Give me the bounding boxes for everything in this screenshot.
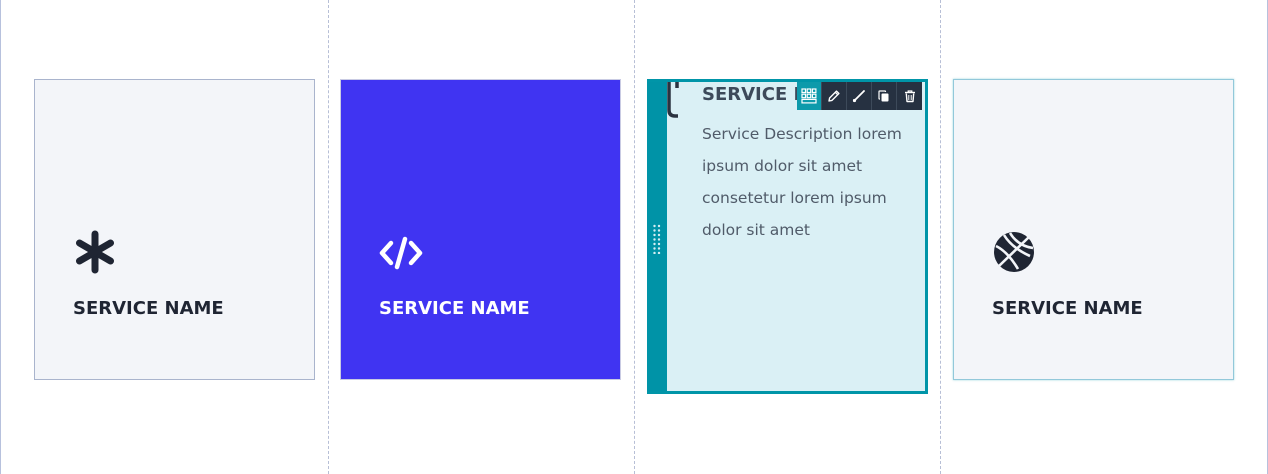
service-card-3-editing[interactable]: SERVICE N Service Description lorem ipsu… [647, 79, 928, 394]
service-card-title: SERVICE NAME [992, 298, 1143, 319]
grid-button[interactable] [797, 82, 822, 110]
service-card-1[interactable]: SERVICE NAME [34, 79, 315, 380]
drag-dots-icon [653, 224, 661, 254]
column-divider [328, 0, 329, 474]
basketball-icon [994, 232, 1034, 272]
service-card-title: SERVICE NAME [379, 298, 530, 319]
service-card-description[interactable]: Service Description lorem ipsum dolor si… [702, 118, 925, 246]
code-icon [379, 236, 423, 270]
style-brush-icon [852, 90, 865, 103]
grid-icon [801, 88, 817, 104]
column-divider [634, 0, 635, 474]
drag-handle[interactable] [647, 82, 667, 391]
duplicate-icon [878, 90, 889, 102]
edit-pencil-icon [828, 90, 840, 102]
service-card-title[interactable]: SERVICE N [702, 84, 809, 105]
canvas-left-edge [0, 0, 1, 474]
element-toolbar [797, 82, 922, 110]
asterisk-icon [76, 230, 114, 274]
delete-icon [904, 90, 915, 103]
column-divider [940, 0, 941, 474]
service-card-title: SERVICE NAME [73, 298, 224, 319]
style-button[interactable] [847, 82, 872, 110]
service-card-4[interactable]: SERVICE NAME [953, 79, 1234, 380]
edit-button[interactable] [822, 82, 847, 110]
phone-icon [667, 82, 679, 118]
duplicate-button[interactable] [872, 82, 897, 110]
delete-button[interactable] [897, 82, 922, 110]
service-card-2[interactable]: SERVICE NAME [340, 79, 621, 380]
